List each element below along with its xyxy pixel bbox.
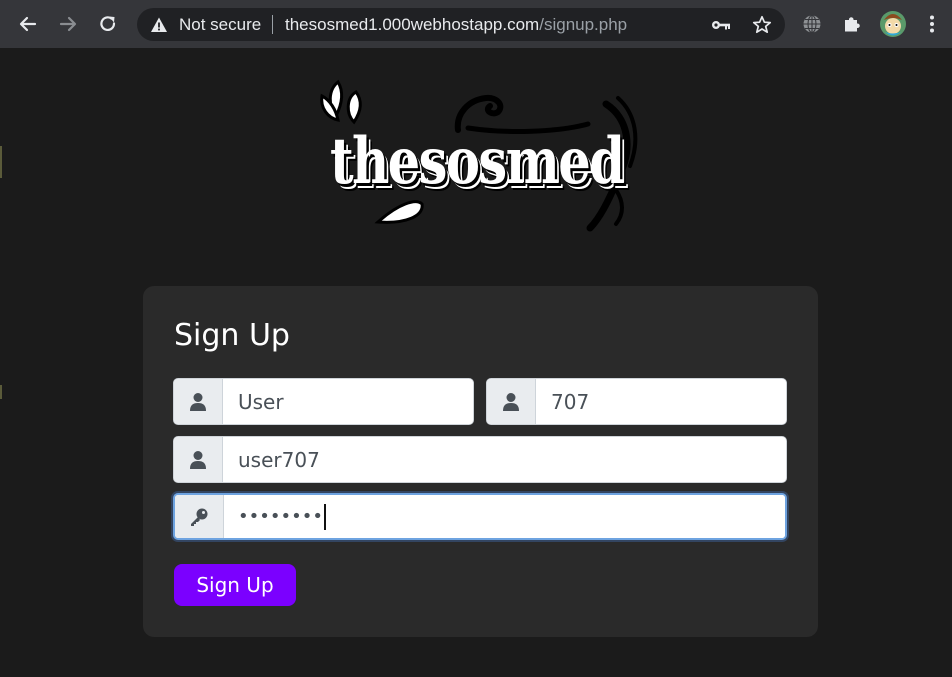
username-addon [174, 437, 223, 482]
user-icon [503, 392, 519, 411]
first-name-group [173, 378, 474, 425]
extensions-button[interactable] [838, 10, 866, 38]
extension-globe-button[interactable] [798, 10, 826, 38]
password-addon [175, 495, 224, 538]
last-name-field[interactable] [536, 379, 786, 424]
page-edge-marker [0, 146, 2, 178]
forward-button[interactable] [54, 10, 82, 38]
back-button[interactable] [14, 10, 42, 38]
password-group: •••••••• [173, 493, 787, 540]
user-icon [190, 450, 206, 469]
first-name-field[interactable] [223, 379, 473, 424]
user-icon [190, 392, 206, 411]
address-separator [272, 15, 273, 34]
url-text[interactable]: thesosmed1.000webhostapp.com/signup.php [285, 15, 627, 35]
puzzle-icon [845, 17, 860, 32]
star-icon [752, 15, 772, 34]
logo-text: thesosmed [330, 124, 625, 199]
browser-menu-button[interactable] [918, 10, 946, 38]
password-mask: •••••••• [238, 506, 323, 527]
signup-card: Sign Up User 707 user707 •••••••• Sign U… [143, 286, 818, 637]
arrow-right-icon [59, 16, 77, 32]
security-status[interactable]: Not secure [179, 15, 261, 35]
first-name-addon [174, 379, 223, 424]
password-field[interactable]: •••••••• [224, 495, 785, 538]
browser-toolbar: Not secure thesosmed1.000webhostapp.com/… [0, 0, 952, 48]
reload-icon [100, 16, 116, 32]
key-icon [191, 508, 208, 526]
site-logo: thesosmed [318, 78, 644, 234]
url-host: thesosmed1.000webhostapp.com [285, 15, 540, 34]
url-path: /signup.php [539, 15, 628, 34]
reload-button[interactable] [94, 10, 122, 38]
password-key-button[interactable] [710, 14, 732, 36]
last-name-addon [487, 379, 536, 424]
globe-icon [803, 14, 821, 34]
page-title: Sign Up [174, 318, 290, 353]
page-edge-marker [0, 385, 2, 399]
key-icon [712, 21, 730, 30]
bookmark-button[interactable] [751, 14, 773, 36]
last-name-group [486, 378, 787, 425]
profile-avatar-button[interactable] [879, 10, 907, 38]
warning-icon[interactable] [150, 16, 168, 34]
username-field[interactable] [223, 437, 786, 482]
more-vert-icon [930, 15, 934, 33]
address-bar[interactable]: Not secure thesosmed1.000webhostapp.com/… [137, 8, 785, 41]
text-caret [323, 503, 326, 530]
arrow-left-icon [19, 16, 37, 32]
sign-up-button[interactable]: Sign Up [174, 564, 296, 606]
username-group [173, 436, 787, 483]
avatar [880, 11, 906, 37]
